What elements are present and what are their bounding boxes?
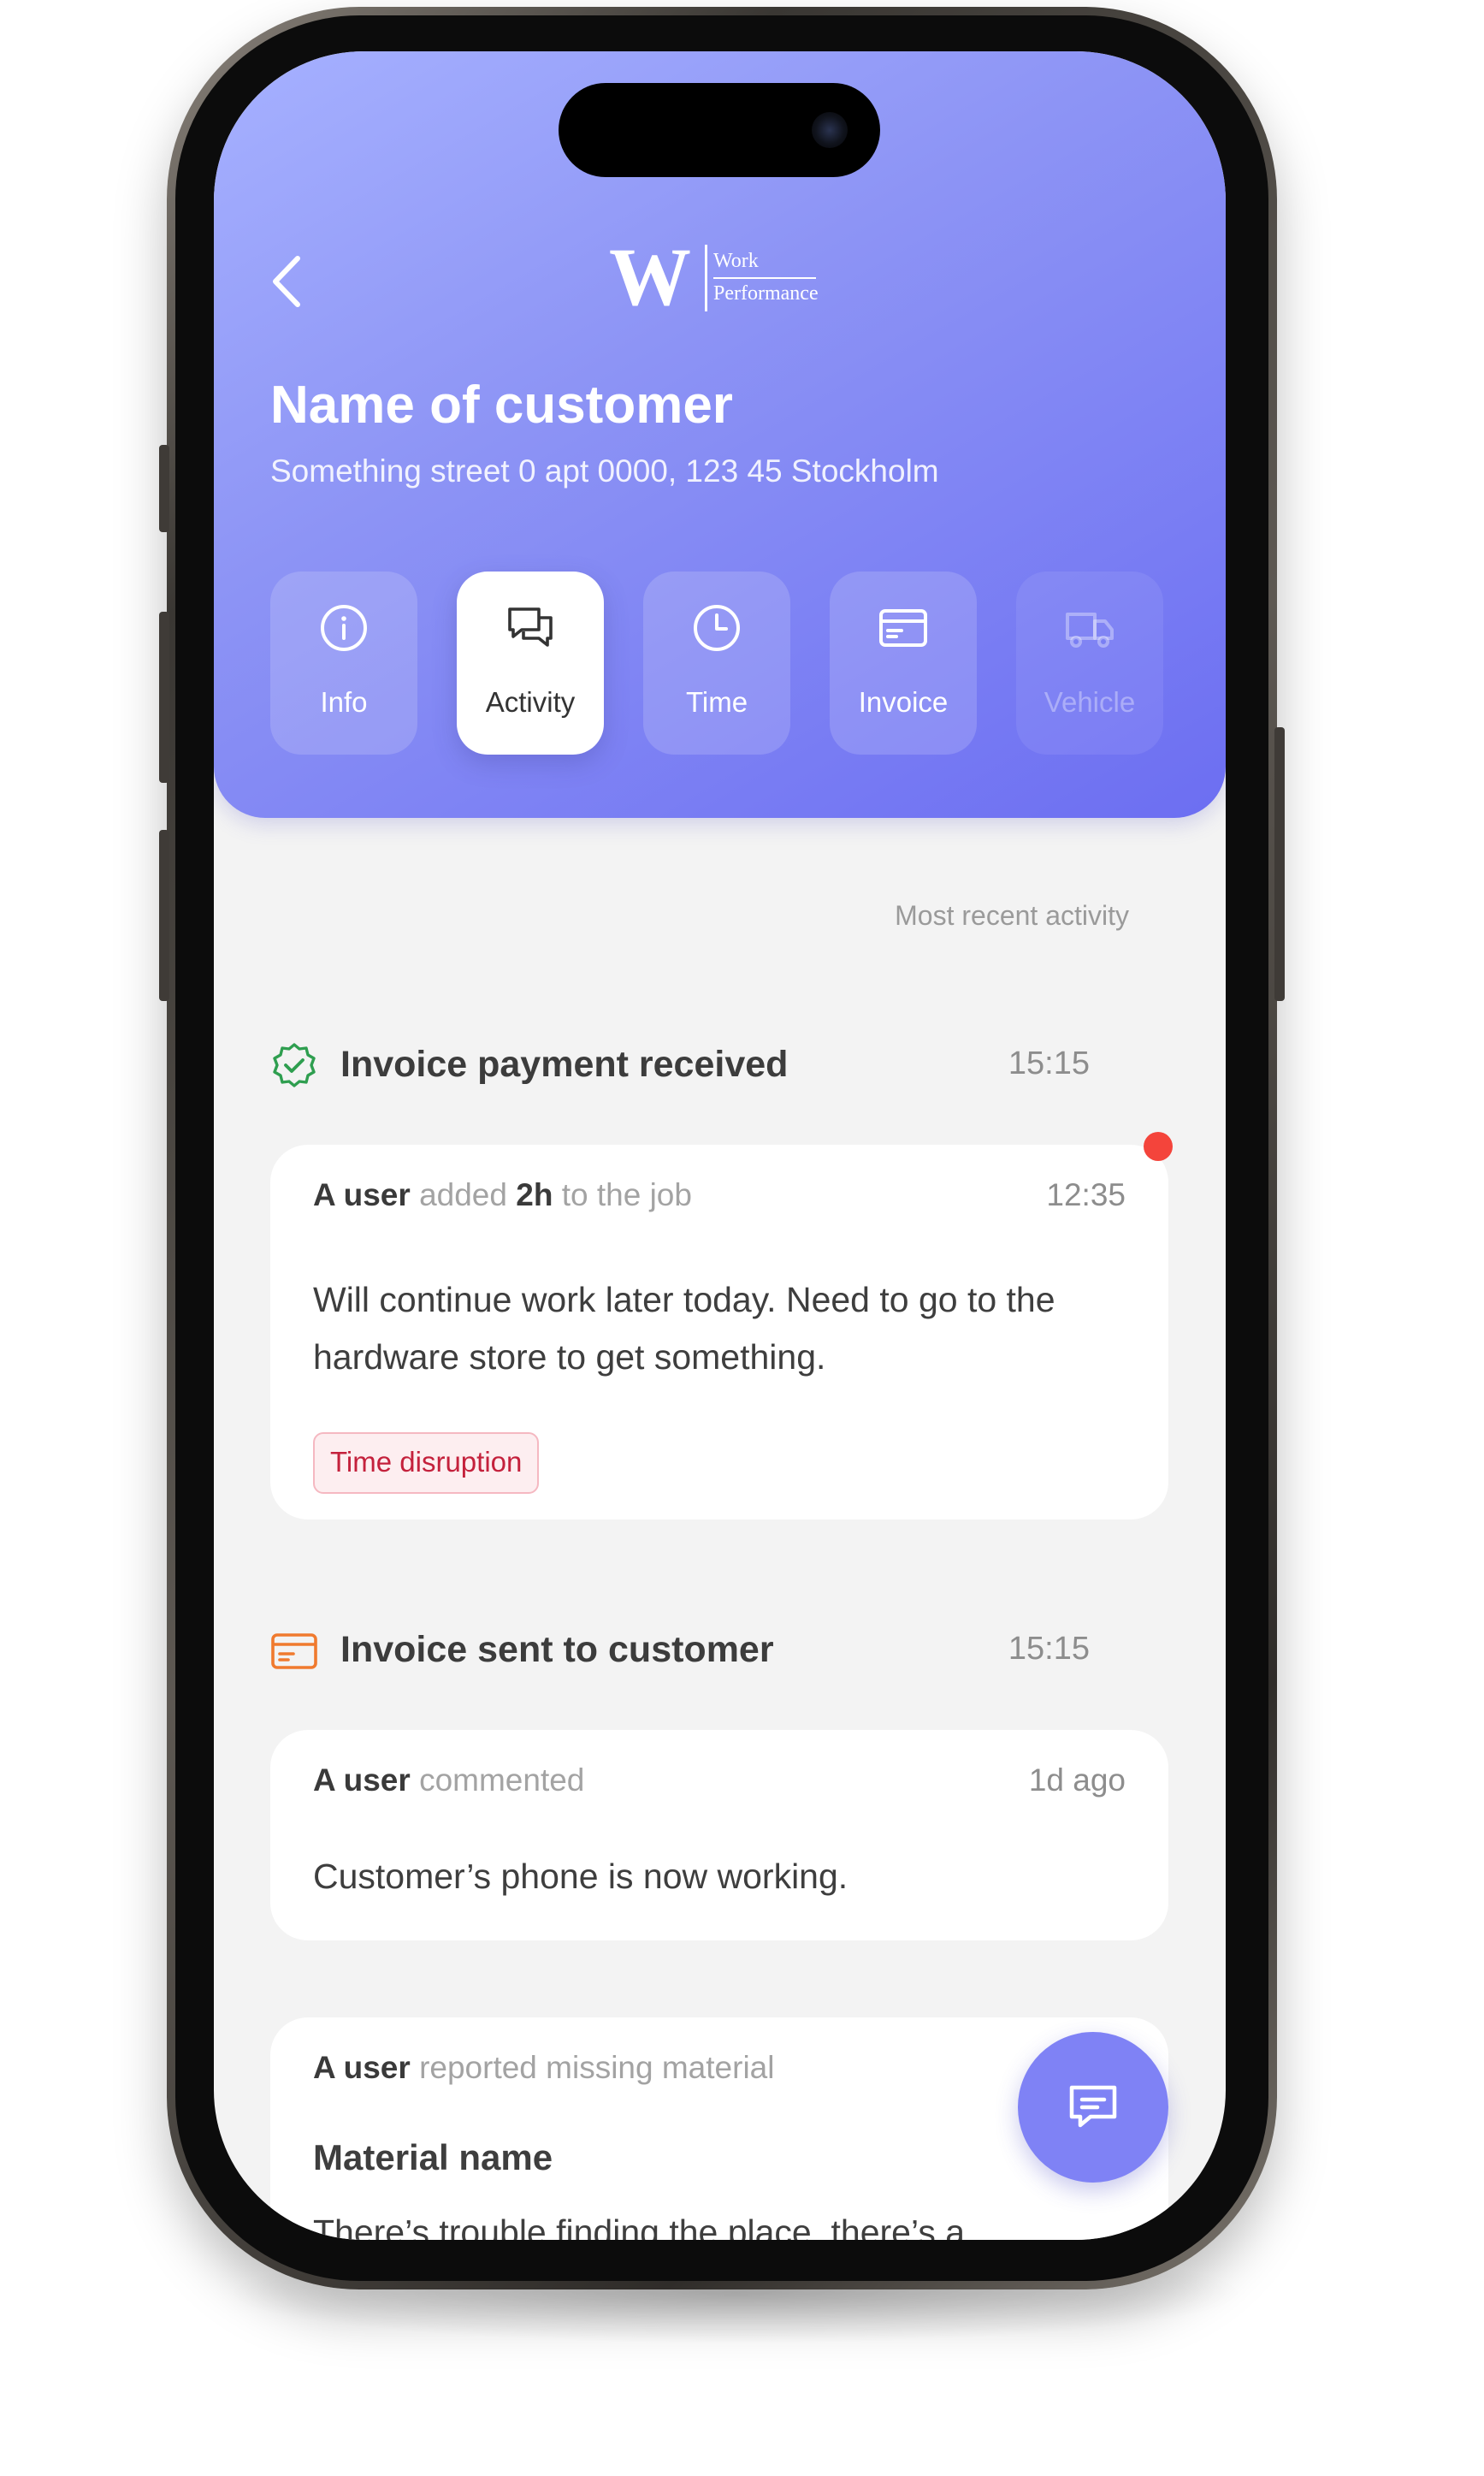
mute-switch	[159, 445, 169, 532]
volume-down-button	[159, 830, 169, 1001]
dynamic-island	[559, 83, 880, 177]
back-button[interactable]	[263, 252, 310, 311]
activity-card-time[interactable]: A user added 2h to the job 12:35 Will co…	[270, 1145, 1168, 1519]
chat-icon	[508, 607, 553, 647]
card-body: Customer’s phone is now working.	[313, 1857, 848, 1896]
tab-invoice[interactable]: Invoice	[830, 572, 977, 755]
tab-time[interactable]: Time	[643, 572, 790, 755]
app-screen: W Work Performance Name of customer Some…	[214, 51, 1226, 2240]
customer-address: Something street 0 apt 0000, 123 45 Stoc…	[270, 453, 939, 489]
card-time: 1d ago	[1028, 1762, 1126, 1798]
check-badge-icon	[273, 1043, 316, 1087]
power-button	[1274, 727, 1285, 1001]
invoice-icon	[271, 1633, 317, 1669]
tab-info[interactable]: Info	[270, 572, 417, 755]
clock-icon	[694, 605, 740, 651]
message-icon	[1069, 2085, 1117, 2128]
event-invoice-sent: Invoice sent to customer 15:15	[270, 1620, 1129, 1680]
customer-name: Name of customer	[270, 376, 733, 435]
chevron-left-icon	[273, 256, 300, 307]
tab-vehicle: Vehicle	[1016, 572, 1163, 755]
card-meta: A user reported missing material	[313, 2050, 775, 2085]
section-label: Most recent activity	[895, 900, 1129, 931]
unread-dot	[1144, 1132, 1173, 1161]
card-meta: A user commented	[313, 1762, 585, 1798]
info-icon	[321, 605, 367, 651]
tab-activity[interactable]: Activity	[457, 572, 604, 755]
card-body: There’s trouble finding the place, there…	[313, 2212, 966, 2240]
status-badge: Time disruption	[313, 1432, 540, 1494]
new-message-button[interactable]	[1018, 2032, 1168, 2183]
card-body: Will continue work later today. Need to …	[313, 1280, 1055, 1377]
card-time: 12:35	[1046, 1177, 1126, 1212]
activity-card-comment[interactable]: A user commented 1d ago Customer’s phone…	[270, 1730, 1168, 1940]
card-icon	[879, 609, 927, 647]
event-invoice-payment-received: Invoice payment received 15:15	[270, 1035, 1129, 1095]
work-performance-logo: W Work Performance	[609, 231, 819, 323]
card-meta: A user added 2h to the job	[313, 1177, 692, 1212]
material-name: Material name	[313, 2137, 553, 2177]
volume-up-button	[159, 612, 169, 783]
truck-icon	[1066, 613, 1114, 648]
